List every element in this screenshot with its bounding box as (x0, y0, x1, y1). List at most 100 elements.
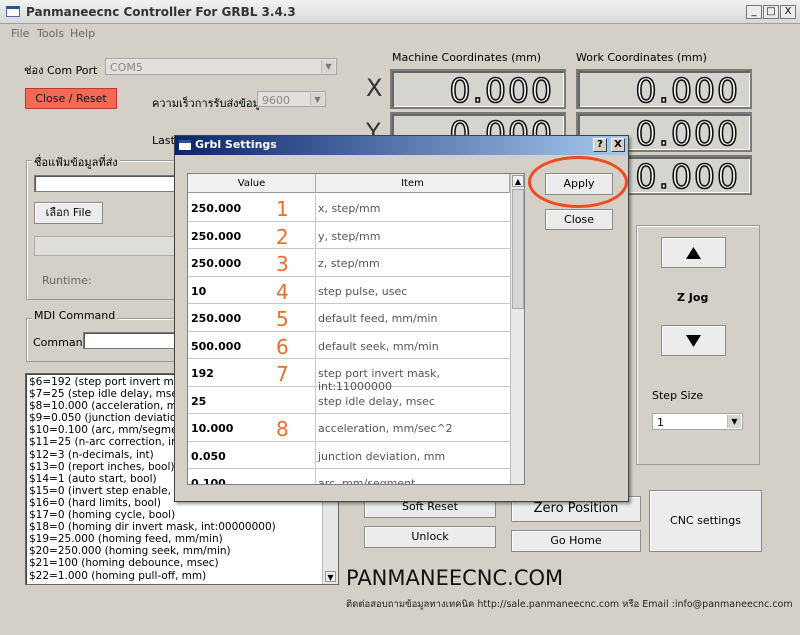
row-divider (315, 469, 316, 484)
settings-table: Value Item 250.000 1 x, step/mm 250.000 2 y, … (187, 173, 525, 485)
table-header: Value Item (188, 174, 510, 193)
browse-file-button[interactable]: เลือก File (34, 202, 103, 224)
command-label: Command (33, 336, 90, 349)
row-divider (315, 221, 316, 248)
cnc-settings-button[interactable]: CNC settings (649, 490, 762, 552)
setting-value: 250.000 (191, 229, 242, 243)
step-size-label: Step Size (652, 389, 704, 402)
work-x-display: 0.000 (576, 69, 752, 111)
dialog-close-button[interactable]: Close (545, 209, 613, 230)
setting-value: 10 (191, 284, 207, 298)
scroll-up-icon[interactable]: ▲ (512, 175, 524, 187)
annotation-number: 5 (276, 307, 289, 331)
console-line: $18=0 (homing dir invert mask, int:00000… (29, 521, 276, 534)
file-path-input[interactable] (34, 175, 184, 192)
minimize-button[interactable]: _ (746, 5, 762, 19)
baud-rate-select[interactable]: 9600 ▼ (257, 91, 326, 107)
close-window-button[interactable]: X (780, 5, 796, 19)
table-row[interactable]: 25 step idle delay, msec (188, 386, 510, 414)
x-axis-label: X (366, 74, 383, 102)
setting-item: default seek, mm/min (318, 339, 439, 353)
dialog-title: Grbl Settings (195, 138, 277, 151)
menu-help[interactable]: Help (70, 27, 95, 40)
table-row[interactable]: 250.000 5 default feed, mm/min (188, 304, 510, 332)
console-line: $17=0 (homing cycle, bool) (29, 509, 176, 522)
baud-rate-label: ความเร็วการรับส่งข้อมูล (152, 97, 267, 110)
close-reset-button[interactable]: Close / Reset (25, 88, 117, 109)
scroll-down-icon[interactable]: ▼ (325, 571, 336, 582)
arrow-up-icon (686, 247, 701, 259)
row-divider (315, 194, 316, 221)
row-divider (315, 414, 316, 441)
row-divider (315, 304, 316, 331)
window-title: Panmaneecnc Controller For GRBL 3.4.3 (26, 5, 296, 19)
table-row[interactable]: 0.100 arc, mm/segment (188, 469, 510, 485)
machine-x-display: 0.000 (390, 69, 566, 111)
setting-item: arc, mm/segment (318, 477, 416, 485)
menu-bar: File Tools Help (0, 25, 800, 43)
jog-up-button[interactable] (661, 237, 726, 268)
last-label: Last (152, 134, 175, 147)
apply-highlight-circle (528, 156, 628, 208)
setting-value: 250.000 (191, 202, 242, 215)
console-line: $22=1.000 (homing pull-off, mm) (29, 569, 207, 582)
annotation-number: 1 (276, 197, 289, 221)
dialog-icon (179, 140, 191, 150)
column-header-item: Item (316, 174, 510, 193)
contact-info: ติดต่อสอบถามข้อมูลทางเทคนิค http://sale.… (346, 599, 793, 610)
com-port-value: COM5 (110, 61, 143, 74)
setting-value: 500.000 (191, 339, 242, 353)
brand-name: PANMANEECNC.COM (346, 566, 564, 590)
setting-item: junction deviation, mm (318, 449, 446, 463)
z-jog-label: Z Jog (677, 291, 709, 304)
console-line: $19=25.000 (homing feed, mm/min) (29, 533, 223, 546)
jog-down-button[interactable] (661, 325, 726, 356)
chevron-down-icon: ▼ (727, 415, 741, 428)
row-divider (315, 359, 316, 386)
setting-value: 25 (191, 394, 207, 408)
dialog-titlebar: Grbl Settings ? X (175, 136, 628, 155)
baud-rate-value: 9600 (262, 94, 290, 107)
table-row[interactable]: 250.000 1 x, step/mm (188, 194, 510, 222)
command-input[interactable] (83, 332, 183, 349)
go-home-button[interactable]: Go Home (511, 530, 641, 552)
arrow-down-icon (686, 335, 701, 347)
setting-value: 250.000 (191, 257, 242, 270)
table-row[interactable]: 10 4 step pulse, usec (188, 276, 510, 304)
setting-value: 10.000 (191, 422, 234, 435)
annotation-number: 7 (276, 362, 289, 386)
setting-value: 0.050 (191, 449, 226, 463)
table-row[interactable]: 0.050 junction deviation, mm (188, 441, 510, 469)
table-scrollbar[interactable]: ▲ (510, 174, 524, 484)
unlock-button[interactable]: Unlock (364, 526, 496, 548)
annotation-number: 6 (276, 334, 289, 359)
dialog-close-icon[interactable]: X (611, 138, 625, 152)
menu-file[interactable]: File (11, 27, 29, 40)
step-size-value: 1 (657, 416, 664, 429)
table-row[interactable]: 250.000 2 y, step/mm (188, 221, 510, 249)
table-row[interactable]: 10.000 8 acceleration, mm/sec^2 (188, 414, 510, 442)
scroll-thumb[interactable] (512, 189, 524, 309)
row-divider (315, 331, 316, 358)
console-line: $20=250.000 (homing seek, mm/min) (29, 545, 231, 558)
console-line: $21=100 (homing debounce, msec) (29, 557, 219, 570)
machine-coords-label: Machine Coordinates (mm) (392, 51, 542, 64)
app-icon (6, 6, 20, 17)
table-row[interactable]: 192 7 step port invert mask, int:11000000 (188, 359, 510, 393)
step-size-select[interactable]: 1 ▼ (652, 413, 743, 430)
window-titlebar: Panmaneecnc Controller For GRBL 3.4.3 _ … (0, 0, 800, 24)
chevron-down-icon: ▼ (310, 93, 324, 105)
com-port-select[interactable]: COM5 ▼ (105, 58, 337, 75)
setting-value: 0.100 (191, 477, 226, 485)
help-button[interactable]: ? (593, 138, 607, 152)
column-header-value: Value (188, 174, 316, 193)
work-coords-label: Work Coordinates (mm) (576, 51, 707, 64)
table-row[interactable]: 500.000 6 default seek, mm/min (188, 331, 510, 359)
menu-tools[interactable]: Tools (37, 27, 64, 40)
annotation-number: 8 (276, 417, 289, 441)
setting-item: step pulse, usec (318, 284, 408, 298)
setting-item: step idle delay, msec (318, 394, 435, 408)
table-row[interactable]: 250.000 3 z, step/mm (188, 249, 510, 277)
maximize-button[interactable]: □ (763, 5, 779, 19)
runtime-label: Runtime: (42, 274, 92, 287)
